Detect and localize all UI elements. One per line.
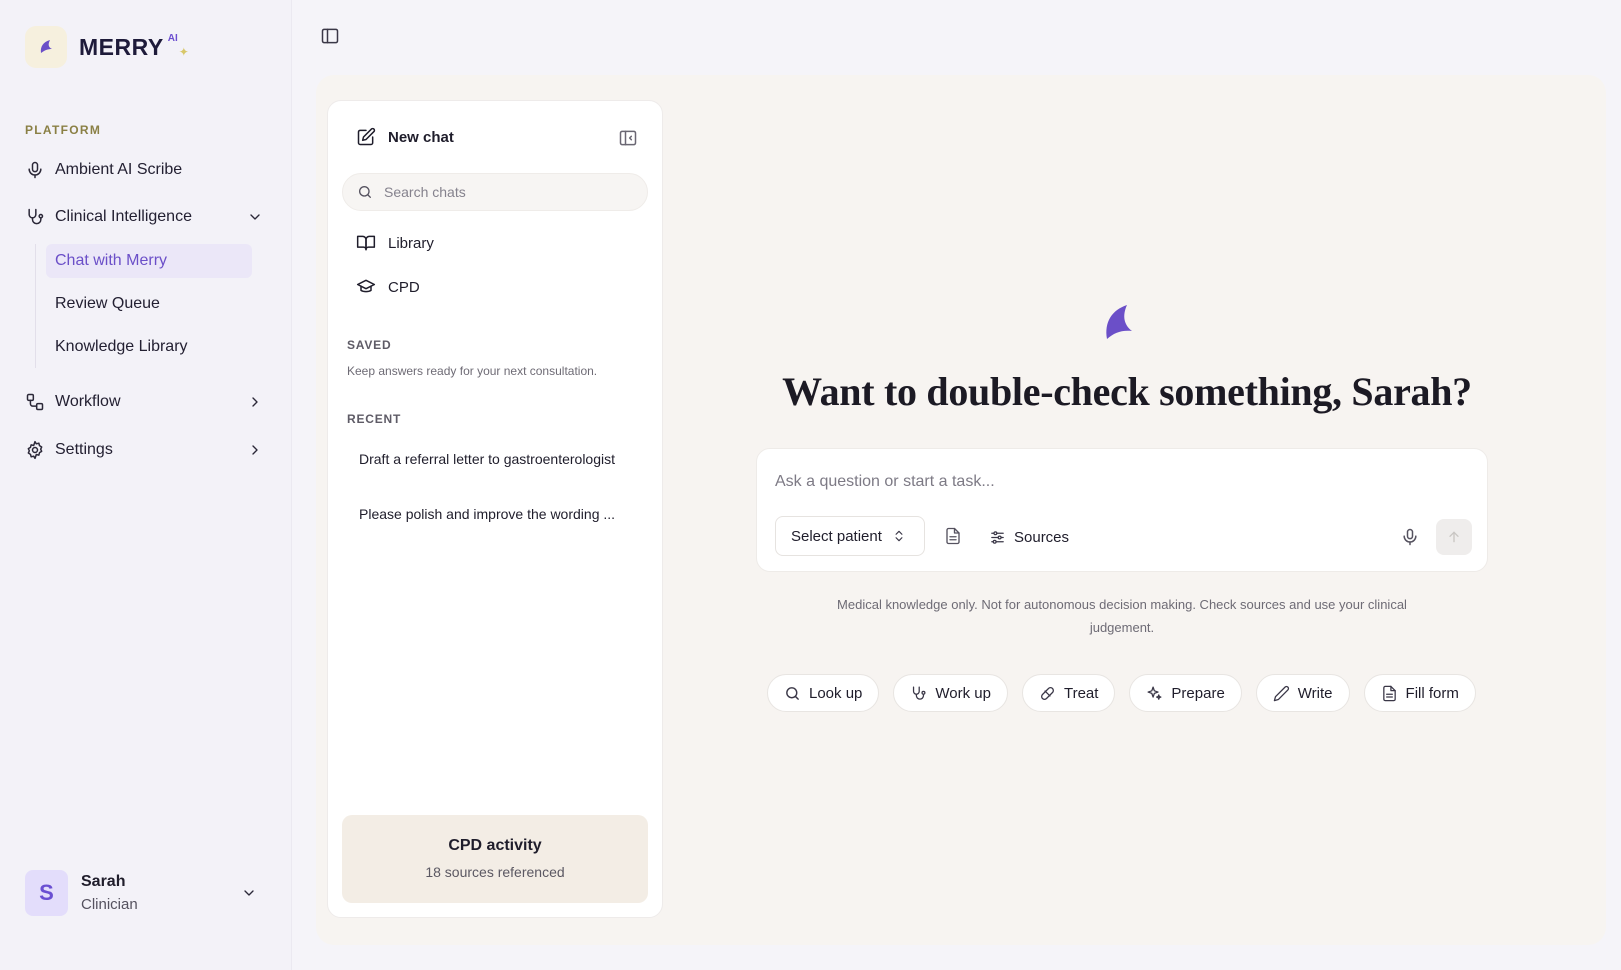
write-button[interactable]: Write (1255, 674, 1350, 712)
cpd-activity-card[interactable]: CPD activity 18 sources referenced (342, 815, 648, 903)
pill-icon (1039, 685, 1056, 702)
sources-label: Sources (1014, 528, 1070, 546)
clinical-intelligence-subnav: Chat with Merry Review Queue Knowledge L… (35, 244, 255, 368)
cpd-card-title: CPD activity (448, 837, 542, 854)
recent-chat-item[interactable]: Draft a referral letter to gastroenterol… (359, 451, 639, 467)
brand-ai-badge: AI (167, 32, 178, 44)
brand[interactable]: MERRY AI ✦ (25, 26, 189, 68)
treat-button[interactable]: Treat (1021, 674, 1116, 712)
sidebar-item-workflow[interactable]: Workflow (25, 384, 275, 420)
sidebar-nav: MERRY AI ✦ PLATFORM Ambient AI Scribe Cl… (0, 0, 292, 970)
user-name: Sarah (81, 873, 126, 890)
merry-logo-icon (25, 26, 67, 68)
workflow-icon (25, 392, 45, 412)
sidebar-item-label: Workflow (55, 393, 121, 410)
brand-name: MERRY (79, 33, 164, 60)
prepare-button[interactable]: Prepare (1129, 674, 1242, 712)
sidebar-item-knowledge-library[interactable]: Knowledge Library (46, 330, 252, 364)
collapse-panel-icon[interactable] (618, 128, 638, 148)
select-patient-dropdown[interactable]: Select patient (775, 516, 925, 556)
avatar: S (25, 870, 68, 916)
new-chat-button[interactable]: New chat (356, 125, 454, 149)
user-role: Clinician (81, 896, 138, 913)
user-menu[interactable]: S Sarah Clinician (25, 868, 275, 918)
page-title: Want to double-check something, Sarah? (782, 369, 1472, 414)
look-up-button[interactable]: Look up (767, 674, 880, 712)
chat-composer: Select patient Sources (756, 448, 1488, 572)
pencil-icon (1273, 685, 1290, 702)
section-label-platform: PLATFORM (25, 123, 102, 137)
quick-actions: Look up Work up Treat Prepare Write Fill… (767, 674, 1490, 712)
sidebar-item-ambient-ai-scribe[interactable]: Ambient AI Scribe (25, 152, 275, 188)
library-label: Library (388, 234, 434, 252)
saved-note: Keep answers ready for your next consult… (347, 364, 598, 378)
library-link[interactable]: Library (356, 231, 434, 255)
sidebar-item-review-queue[interactable]: Review Queue (46, 287, 252, 321)
work-up-button[interactable]: Work up (893, 674, 1008, 712)
microphone-icon[interactable] (1400, 527, 1420, 547)
arrow-up-icon (1446, 529, 1462, 545)
sidebar-item-chat-with-merry[interactable]: Chat with Merry (46, 244, 252, 278)
sidebar-item-label: Ambient AI Scribe (55, 161, 183, 178)
sliders-icon (989, 529, 1006, 546)
action-label: Fill form (1405, 684, 1459, 702)
prompt-input[interactable] (775, 473, 1375, 491)
action-label: Prepare (1171, 684, 1225, 702)
chevron-right-icon[interactable] (247, 394, 263, 410)
stethoscope-icon (25, 207, 45, 227)
toggle-sidebar-icon[interactable] (320, 26, 340, 46)
disclaimer: Medical knowledge only. Not for autonomo… (837, 597, 1407, 635)
chevron-down-icon[interactable] (247, 209, 263, 225)
merry-logo-icon (1101, 303, 1135, 343)
chat-search (342, 173, 648, 211)
recent-heading: RECENT (347, 412, 402, 426)
attach-document-icon[interactable] (944, 527, 962, 547)
sidebar-item-settings[interactable]: Settings (25, 432, 275, 468)
action-label: Treat (1063, 684, 1099, 702)
stethoscope-icon (910, 685, 927, 702)
microphone-icon (25, 160, 45, 180)
chevron-up-down-icon (892, 528, 906, 544)
recent-chat-item[interactable]: Please polish and improve the wording ..… (359, 506, 639, 522)
edit-icon (356, 127, 376, 147)
graduation-cap-icon (356, 277, 376, 297)
cpd-card-subtitle: 18 sources referenced (425, 864, 565, 880)
chevron-right-icon[interactable] (247, 442, 263, 458)
action-label: Work up (935, 684, 991, 702)
action-label: Write (1297, 684, 1333, 702)
search-chats-input[interactable] (384, 184, 624, 200)
saved-heading: SAVED (347, 338, 392, 352)
book-icon (356, 233, 376, 253)
fill-form-button[interactable]: Fill form (1363, 674, 1476, 712)
cpd-label: CPD (388, 278, 420, 296)
action-label: Look up (809, 684, 863, 702)
chevron-down-icon[interactable] (241, 885, 257, 901)
new-chat-label: New chat (388, 128, 454, 146)
document-icon (1381, 685, 1398, 702)
cpd-link[interactable]: CPD (356, 275, 420, 299)
send-button[interactable] (1436, 519, 1472, 555)
sources-button[interactable]: Sources (989, 526, 1069, 548)
search-icon (357, 184, 373, 200)
sidebar-item-label: Clinical Intelligence (55, 208, 192, 225)
sidebar-item-label: Settings (55, 441, 113, 458)
search-icon (784, 685, 801, 702)
sparkle-icon (1146, 685, 1163, 702)
sidebar-item-clinical-intelligence[interactable]: Clinical Intelligence (25, 199, 275, 235)
gear-icon (25, 440, 45, 460)
chat-history-panel: New chat Library CPD SAVED Keep answers … (327, 100, 663, 918)
sparkle-icon: ✦ (178, 45, 189, 59)
select-patient-label: Select patient (791, 527, 882, 545)
